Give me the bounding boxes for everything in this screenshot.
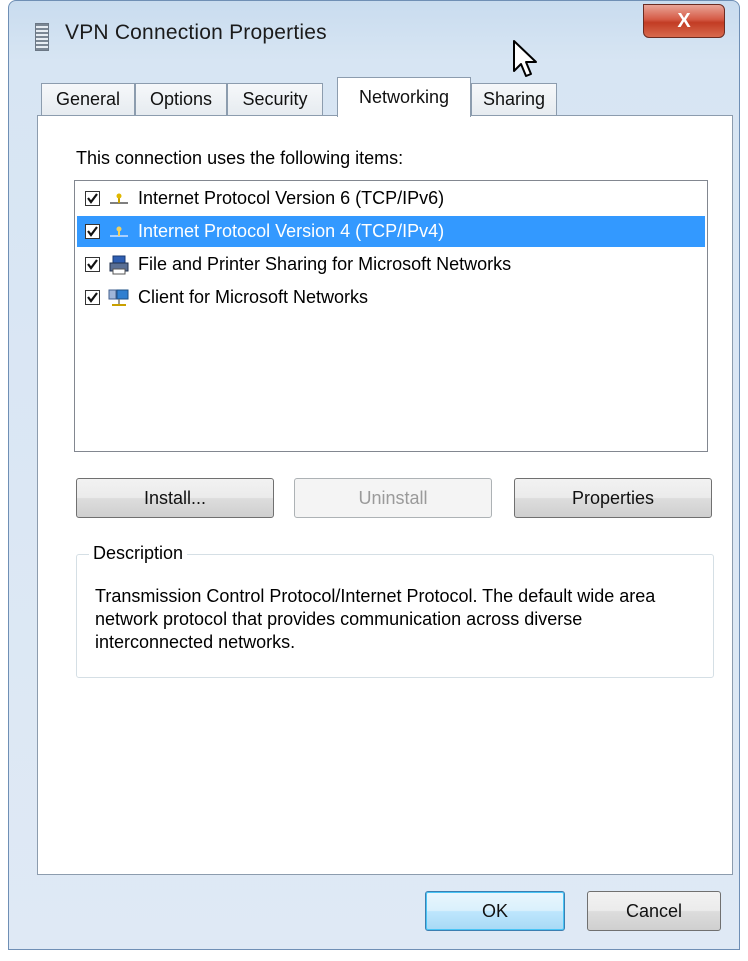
list-item[interactable]: Internet Protocol Version 4 (TCP/IPv4) [77, 216, 705, 247]
network-protocol-icon [110, 193, 128, 204]
tab-sharing[interactable]: Sharing [471, 83, 557, 115]
tab-networking[interactable]: Networking [337, 77, 471, 117]
printer-sharing-icon [109, 255, 129, 274]
uninstall-button[interactable]: Uninstall [294, 478, 492, 518]
ok-button[interactable]: OK [425, 891, 565, 931]
description-group: Description Transmission Control Protoco… [76, 543, 714, 678]
checkbox[interactable] [85, 224, 100, 239]
description-text: Transmission Control Protocol/Internet P… [95, 586, 656, 652]
properties-button[interactable]: Properties [514, 478, 712, 518]
list-item-label: Internet Protocol Version 6 (TCP/IPv6) [138, 188, 445, 208]
components-list[interactable]: Internet Protocol Version 6 (TCP/IPv6) I… [74, 180, 708, 452]
tab-general[interactable]: General [41, 83, 135, 115]
list-item-label: Client for Microsoft Networks [138, 287, 369, 307]
network-protocol-icon [110, 226, 128, 237]
list-item-label: File and Printer Sharing for Microsoft N… [138, 254, 512, 274]
checkbox[interactable] [85, 191, 100, 206]
network-client-icon [108, 289, 129, 306]
list-item[interactable]: File and Printer Sharing for Microsoft N… [77, 249, 705, 280]
items-label: This connection uses the following items… [76, 148, 404, 168]
networking-panel: This connection uses the following items… [37, 115, 733, 875]
tab-security[interactable]: Security [227, 83, 323, 115]
mouse-cursor-icon [513, 40, 537, 77]
checkbox[interactable] [85, 290, 100, 305]
tab-strip: General Options Security Networking Shar… [41, 77, 741, 117]
properties-window: VPN Connection Properties X General Opti… [8, 0, 740, 950]
description-legend: Description [89, 543, 188, 564]
close-button[interactable]: X [643, 4, 725, 38]
title-bar[interactable]: VPN Connection Properties X [9, 1, 739, 67]
cancel-button[interactable]: Cancel [587, 891, 721, 931]
window-icon [35, 23, 49, 51]
checkbox[interactable] [85, 257, 100, 272]
window-title: VPN Connection Properties [65, 21, 327, 44]
tab-options[interactable]: Options [135, 83, 227, 115]
list-item-label: Internet Protocol Version 4 (TCP/IPv4) [138, 221, 445, 241]
list-item[interactable]: Internet Protocol Version 6 (TCP/IPv6) [77, 183, 705, 214]
list-item[interactable]: Client for Microsoft Networks [77, 282, 705, 313]
install-button[interactable]: Install... [76, 478, 274, 518]
